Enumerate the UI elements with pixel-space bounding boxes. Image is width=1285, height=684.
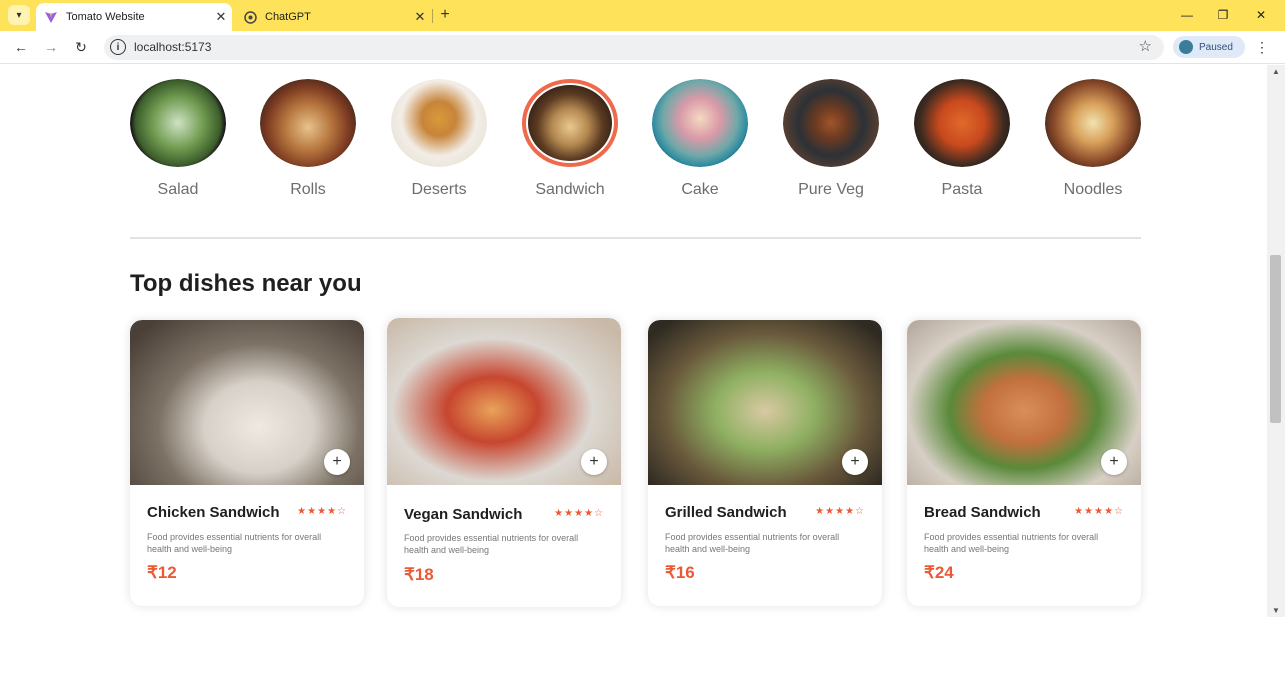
dish-image: + <box>907 320 1141 485</box>
add-to-cart-button[interactable]: + <box>1101 449 1127 475</box>
profile-button[interactable]: Paused <box>1173 36 1245 58</box>
category-noodles[interactable]: Noodles <box>1043 79 1143 199</box>
dish-name: Bread Sandwich <box>924 504 1041 521</box>
category-salad[interactable]: Salad <box>128 79 228 199</box>
browser-tab-bar: ▾ Tomato Website ✕ ChatGPT ✕ + — ❐ ✕ <box>0 0 1285 31</box>
dish-name: Vegan Sandwich <box>404 506 523 523</box>
cake-image <box>652 79 748 167</box>
category-label: Pasta <box>941 181 983 198</box>
scrollbar-thumb[interactable] <box>1270 255 1281 423</box>
close-tab-icon[interactable]: ✕ <box>210 9 232 25</box>
sandwich-image <box>522 79 618 167</box>
tab-separator <box>432 9 433 23</box>
dish-price: ₹16 <box>665 563 695 582</box>
dish-image: + <box>130 320 364 485</box>
category-cake[interactable]: Cake <box>650 79 750 199</box>
forward-arrow-icon[interactable]: → <box>40 37 62 57</box>
tab-search-button[interactable]: ▾ <box>8 5 30 25</box>
dish-price: ₹18 <box>404 565 434 584</box>
dish-image: + <box>387 318 621 485</box>
tab-chatgpt[interactable]: ChatGPT ✕ <box>235 3 431 31</box>
add-to-cart-button[interactable]: + <box>581 449 607 475</box>
dish-description: Food provides essential nutrients for ov… <box>147 532 322 554</box>
dish-card-vegan-sandwich[interactable]: + Vegan Sandwich ★★★★☆ Food provides ess… <box>387 318 621 607</box>
category-pasta[interactable]: Pasta <box>912 79 1012 199</box>
address-bar[interactable]: i localhost:5173 ☆ <box>104 35 1164 60</box>
tab-tomato-website[interactable]: Tomato Website ✕ <box>36 3 232 31</box>
new-tab-plus-icon[interactable]: + <box>437 6 453 24</box>
chatgpt-icon <box>243 10 257 24</box>
vite-icon <box>44 10 58 24</box>
dish-description: Food provides essential nutrients for ov… <box>924 532 1099 554</box>
url-text: localhost:5173 <box>134 40 212 54</box>
reload-icon[interactable]: ↻ <box>70 37 92 57</box>
dish-price: ₹12 <box>147 563 177 582</box>
rolls-image <box>260 79 356 167</box>
category-label: Noodles <box>1063 181 1123 198</box>
site-info-icon[interactable]: i <box>110 39 126 55</box>
browser-toolbar: ← → ↻ i localhost:5173 ☆ Paused ⋮ <box>0 31 1285 64</box>
deserts-image <box>391 79 487 167</box>
dish-price: ₹24 <box>924 563 954 582</box>
close-window-icon[interactable]: ✕ <box>1244 4 1278 26</box>
category-sandwich[interactable]: Sandwich <box>520 79 620 199</box>
dish-name: Grilled Sandwich <box>665 504 787 521</box>
category-label: Salad <box>157 181 199 198</box>
page-viewport: Salad Rolls Deserts Sandwich Cake Pure V… <box>0 65 1267 684</box>
profile-status: Paused <box>1199 41 1233 53</box>
avatar <box>1179 40 1193 54</box>
rating-stars-icon: ★★★★☆ <box>554 508 604 519</box>
dish-card-bread-sandwich[interactable]: + Bread Sandwich ★★★★☆ Food provides ess… <box>907 320 1141 606</box>
back-arrow-icon[interactable]: ← <box>10 37 32 57</box>
dish-image: + <box>648 320 882 485</box>
dish-name: Chicken Sandwich <box>147 504 280 521</box>
vertical-scrollbar[interactable]: ▲ ▼ <box>1267 65 1285 617</box>
divider <box>130 237 1141 239</box>
scroll-down-icon[interactable]: ▼ <box>1272 606 1280 615</box>
rating-stars-icon: ★★★★☆ <box>1074 506 1124 517</box>
tab-title: Tomato Website <box>66 11 145 23</box>
category-label: Deserts <box>411 181 467 198</box>
pure-veg-image <box>783 79 879 167</box>
category-rolls[interactable]: Rolls <box>258 79 358 199</box>
rating-stars-icon: ★★★★☆ <box>297 506 347 517</box>
category-deserts[interactable]: Deserts <box>389 79 489 199</box>
tab-title: ChatGPT <box>265 11 311 23</box>
bookmark-star-icon[interactable]: ☆ <box>1139 37 1152 55</box>
category-label: Pure Veg <box>798 181 864 198</box>
dish-description: Food provides essential nutrients for ov… <box>665 532 840 554</box>
section-heading: Top dishes near you <box>130 270 362 297</box>
category-label: Cake <box>681 181 719 198</box>
close-tab-icon[interactable]: ✕ <box>409 9 431 25</box>
rating-stars-icon: ★★★★☆ <box>815 506 865 517</box>
dish-card-chicken-sandwich[interactable]: + Chicken Sandwich ★★★★☆ Food provides e… <box>130 320 364 606</box>
add-to-cart-button[interactable]: + <box>324 449 350 475</box>
category-pure-veg[interactable]: Pure Veg <box>781 79 881 199</box>
salad-image <box>130 79 226 167</box>
restore-icon[interactable]: ❐ <box>1206 4 1240 26</box>
pasta-image <box>914 79 1010 167</box>
dish-description: Food provides essential nutrients for ov… <box>404 533 579 555</box>
add-to-cart-button[interactable]: + <box>842 449 868 475</box>
browser-menu-icon[interactable]: ⋮ <box>1254 37 1270 57</box>
minimize-icon[interactable]: — <box>1170 4 1204 26</box>
noodles-image <box>1045 79 1141 167</box>
category-label: Sandwich <box>535 181 605 198</box>
category-label: Rolls <box>290 181 326 198</box>
scroll-up-icon[interactable]: ▲ <box>1272 67 1280 76</box>
dish-card-grilled-sandwich[interactable]: + Grilled Sandwich ★★★★☆ Food provides e… <box>648 320 882 606</box>
